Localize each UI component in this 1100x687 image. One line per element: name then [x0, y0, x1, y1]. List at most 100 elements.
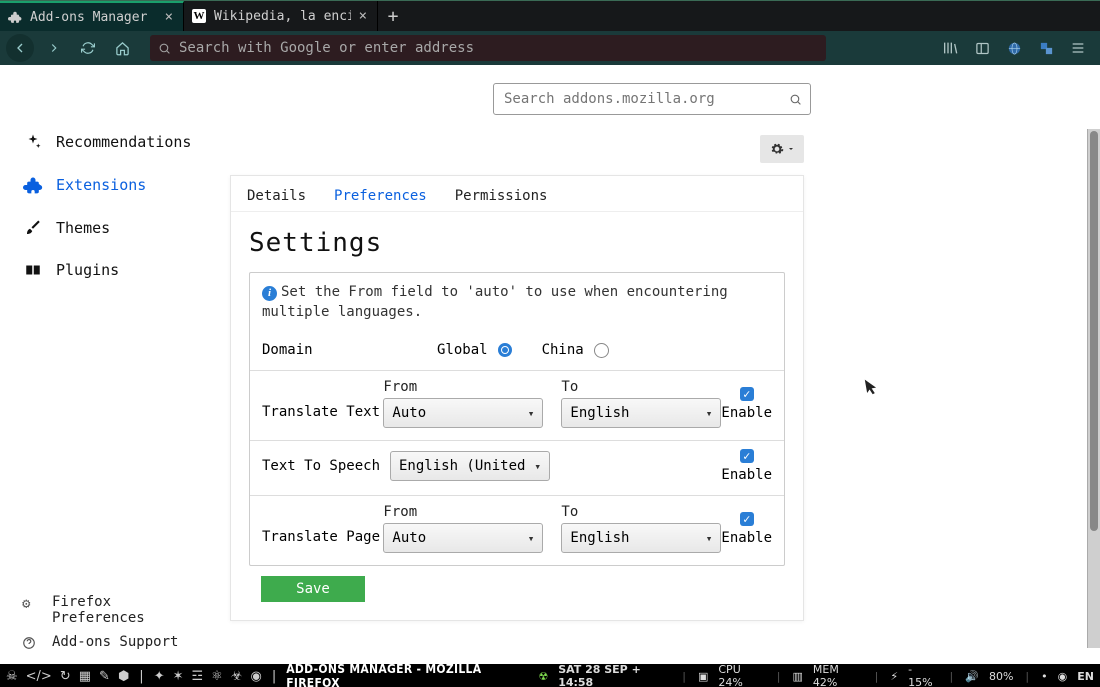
reload-button[interactable]	[74, 34, 102, 62]
radio-icon	[498, 343, 512, 357]
browser-tab-active[interactable]: Add-ons Manager ×	[0, 1, 184, 31]
biohazard-icon[interactable]: ☣	[231, 669, 243, 684]
tab-details[interactable]: Details	[247, 188, 306, 204]
sidebar-footer: ⚙ Firefox Preferences Add-ons Support	[22, 586, 178, 650]
radio-china[interactable]: China	[542, 342, 609, 358]
tools-gear-button[interactable]	[760, 135, 804, 163]
url-bar[interactable]: Search with Google or enter address	[150, 35, 826, 61]
card-tab-strip: Details Preferences Permissions	[231, 176, 803, 212]
search-icon	[158, 42, 171, 55]
library-icon[interactable]	[938, 36, 962, 60]
tab-title: Wikipedia, la enci	[214, 9, 351, 24]
toolbar-right-icons	[938, 36, 1094, 60]
back-button[interactable]	[6, 34, 34, 62]
notes-icon[interactable]: ☲	[192, 669, 204, 684]
addons-main: Details Preferences Permissions Settings…	[230, 65, 1100, 664]
puzzle-icon	[22, 175, 44, 195]
forward-button[interactable]	[40, 34, 68, 62]
row-label: Translate Page	[262, 513, 383, 545]
close-icon[interactable]: ×	[359, 8, 367, 24]
home-button[interactable]	[108, 34, 136, 62]
sidebar-label: Extensions	[56, 176, 146, 194]
firefox-icon[interactable]: ◉	[250, 669, 261, 684]
bullet-icon: •	[1041, 670, 1048, 683]
camera-icon[interactable]: ◉	[1058, 670, 1068, 683]
to-label: To	[561, 504, 721, 520]
translate-page-to-select[interactable]: English ▾	[561, 523, 721, 553]
info-icon: i	[262, 286, 277, 301]
sidebar-label: Firefox Preferences	[52, 594, 145, 626]
browser-toolbar: Search with Google or enter address	[0, 31, 1100, 65]
chevron-down-icon: ▾	[706, 407, 713, 420]
browser-tab[interactable]: W Wikipedia, la enci ×	[184, 1, 378, 31]
domain-label: Domain	[262, 342, 437, 358]
tab-preferences[interactable]: Preferences	[334, 188, 427, 204]
cpu-icon: ▣	[698, 670, 708, 683]
edit-icon[interactable]: ✎	[99, 669, 110, 684]
clock-text: SAT 28 SEP + 14:58	[558, 663, 670, 687]
close-icon[interactable]: ×	[165, 9, 173, 25]
leaf-icon[interactable]: ✦	[154, 669, 165, 684]
page-title: Settings	[249, 228, 785, 258]
lang-indicator[interactable]: EN	[1077, 670, 1094, 683]
sidebar-item-extensions[interactable]: Extensions	[22, 172, 230, 198]
radiation-icon[interactable]: ☢	[538, 670, 548, 683]
tts-select[interactable]: English (United ▾	[390, 451, 550, 481]
sync-icon[interactable]: ↻	[60, 669, 71, 684]
sidebar-item-addons-support[interactable]: Add-ons Support	[22, 634, 178, 650]
radio-icon	[594, 343, 609, 358]
settings-box: iSet the From field to 'auto' to use whe…	[249, 272, 785, 566]
code-icon[interactable]: </>	[26, 669, 52, 684]
active-window-title[interactable]: Add-ons Manager - Mozilla Firefox	[286, 662, 530, 687]
tts-row: Text To Speech English (United ▾ ✓ Enabl…	[250, 440, 784, 495]
globe-icon[interactable]	[1002, 36, 1026, 60]
sidebar-item-firefox-preferences[interactable]: ⚙ Firefox Preferences	[22, 594, 178, 626]
save-button[interactable]: Save	[261, 576, 365, 602]
tray-icons-left: ☠ </> ↻ ▦ ✎ ⬢ | ✦ ✶ ☲ ⚛ ☣ ◉ |	[6, 669, 278, 684]
sidebar-item-themes[interactable]: Themes	[22, 216, 230, 240]
tab-permissions[interactable]: Permissions	[455, 188, 548, 204]
translate-icon[interactable]	[1034, 36, 1058, 60]
row-label: Translate Text	[262, 388, 383, 420]
apps-icon[interactable]: ▦	[79, 669, 91, 684]
urlbar-placeholder: Search with Google or enter address	[179, 40, 474, 56]
battery-icon: ⚡	[890, 670, 898, 683]
radio-global[interactable]: Global	[437, 342, 512, 358]
chevron-down-icon	[787, 145, 795, 153]
addons-manager-content: Recommendations Extensions Themes Plugin…	[0, 65, 1100, 664]
atom-icon[interactable]: ⚛	[211, 669, 223, 684]
amo-search[interactable]	[493, 83, 811, 115]
wikipedia-icon: W	[192, 9, 206, 23]
row-label: Text To Speech	[262, 458, 390, 474]
sidebar-icon[interactable]	[970, 36, 994, 60]
cursor-icon	[862, 376, 883, 397]
tab-title: Add-ons Manager	[30, 10, 157, 25]
new-tab-button[interactable]: +	[378, 1, 408, 31]
chevron-down-icon: ▾	[528, 532, 535, 545]
sidebar-item-plugins[interactable]: Plugins	[22, 258, 230, 282]
tts-enable-checkbox[interactable]: ✓	[740, 449, 754, 463]
search-icon[interactable]	[789, 93, 802, 106]
to-label: To	[561, 379, 721, 395]
gear-icon: ⚙	[22, 594, 40, 612]
scrollbar-thumb[interactable]	[1090, 131, 1098, 531]
translate-page-from-select[interactable]: Auto ▾	[383, 523, 543, 553]
translate-page-row: Translate Page From Auto ▾ To	[250, 495, 784, 565]
amo-search-input[interactable]	[502, 90, 783, 108]
cube-icon[interactable]: ⬢	[118, 669, 129, 684]
sidebar-label: Recommendations	[56, 133, 191, 151]
scrollbar[interactable]	[1087, 129, 1100, 648]
translate-text-enable-checkbox[interactable]: ✓	[740, 387, 754, 401]
sidebar-label: Themes	[56, 219, 110, 237]
translate-text-to-select[interactable]: English ▾	[561, 398, 721, 428]
volume-icon[interactable]: 🔊	[965, 670, 979, 683]
sidebar-item-recommendations[interactable]: Recommendations	[22, 130, 230, 154]
help-icon	[22, 634, 40, 650]
translate-page-enable-checkbox[interactable]: ✓	[740, 512, 754, 526]
translate-text-from-select[interactable]: Auto ▾	[383, 398, 543, 428]
sidebar-label: Add-ons Support	[52, 634, 178, 650]
skull-icon[interactable]: ☠	[6, 669, 18, 684]
menu-icon[interactable]	[1066, 36, 1090, 60]
bug-icon[interactable]: ✶	[173, 669, 184, 684]
extension-preferences-card: Details Preferences Permissions Settings…	[230, 175, 804, 621]
